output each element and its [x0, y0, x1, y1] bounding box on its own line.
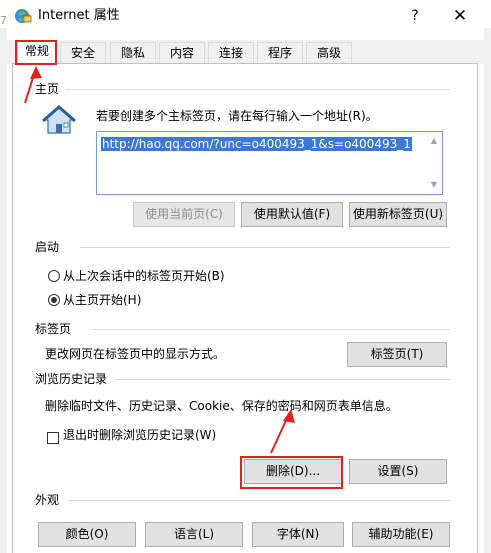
annotation-arrow-tab: [24, 66, 295, 454]
